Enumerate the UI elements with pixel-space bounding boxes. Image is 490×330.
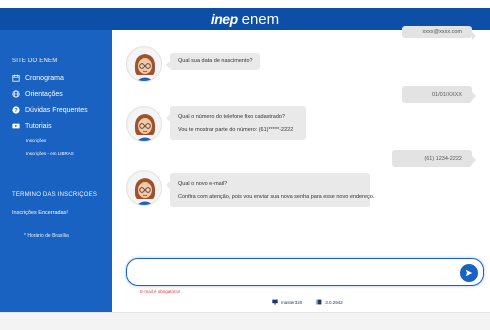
sidebar-subitem-inscricoes[interactable]: Inscrições xyxy=(26,138,46,143)
sidebar-item-label: Dúvidas Frequentes xyxy=(25,106,88,114)
bot-message-text: Vou te mostrar parte do número: (61)****… xyxy=(178,127,294,133)
bottom-bar xyxy=(0,312,490,330)
bot-message: Qual sua data de nascimento? xyxy=(166,53,260,70)
server-info: master320 3.0.2942 xyxy=(272,299,343,305)
video-icon xyxy=(12,123,20,129)
sidebar-item-tutoriais[interactable]: Tutoriais xyxy=(12,122,52,130)
server-name: master320 xyxy=(272,299,302,305)
sidebar-item-label: Tutoriais xyxy=(25,122,52,130)
bot-message: Qual o número do telefone fixo cadastrad… xyxy=(166,106,306,140)
help-icon: ? xyxy=(12,106,20,114)
user-message-text: 01/01/XXXX xyxy=(432,91,462,98)
monitor-icon xyxy=(272,299,278,305)
sidebar-item-label: Orientações xyxy=(25,90,63,98)
sidebar-subitem-inscricoes-libras[interactable]: Inscrições - em LIBRAS xyxy=(26,151,74,156)
server-label: master320 xyxy=(281,299,303,305)
version-info: 3.0.2942 xyxy=(316,299,343,305)
user-message: 01/01/XXXX xyxy=(402,86,476,103)
version-label: 3.0.2942 xyxy=(325,299,343,305)
sidebar-item-cronograma[interactable]: Cronograma xyxy=(12,74,64,82)
bot-avatar xyxy=(126,170,162,206)
version-icon xyxy=(316,299,322,305)
svg-text:?: ? xyxy=(14,108,18,114)
calendar-icon xyxy=(12,74,20,82)
sidebar-section2-title: TÉRMINO DAS INSCRIÇÕES xyxy=(12,192,98,198)
inscricoes-status: Inscrições Encerradas! xyxy=(12,210,68,216)
timezone-note: * Horário de Brasília xyxy=(24,233,69,239)
logo-inep-text: inep xyxy=(210,10,238,27)
error-message: E-mail é obrigatório! xyxy=(140,289,181,294)
chat-area: xxxx@xxxx.com Qual sua data de nasciment… xyxy=(112,26,490,312)
bot-avatar xyxy=(126,106,162,142)
sidebar: SITE DO ENEM Cronograma Orientações ? Dú… xyxy=(0,30,112,312)
bot-message-text: Qual o novo e-mail? xyxy=(178,181,228,187)
bot-avatar xyxy=(126,46,162,82)
sidebar-item-duvidas-frequentes[interactable]: ? Dúvidas Frequentes xyxy=(12,106,88,114)
bot-message-text: Qual sua data de nascimento? xyxy=(178,58,253,64)
email-input[interactable] xyxy=(141,263,451,283)
user-message: (61) 1234-2222 xyxy=(392,150,476,167)
user-message: xxxx@xxxx.com xyxy=(402,26,476,40)
sidebar-section-title: SITE DO ENEM xyxy=(12,58,58,64)
send-button[interactable] xyxy=(460,264,478,282)
inep-enem-logo[interactable]: inep enem xyxy=(211,11,279,28)
sidebar-item-label: Cronograma xyxy=(25,74,64,82)
globe-icon xyxy=(12,90,20,98)
bot-message: Qual o novo e-mail? Confira com atenção,… xyxy=(166,173,374,207)
bot-message-text: Confira com atenção, pois vou enviar sua… xyxy=(178,194,375,200)
message-input-container[interactable] xyxy=(126,258,484,286)
sidebar-item-orientacoes[interactable]: Orientações xyxy=(12,90,63,98)
bot-message-text: Qual o número do telefone fixo cadastrad… xyxy=(178,114,286,120)
send-icon xyxy=(465,269,473,277)
user-message-text: (61) 1234-2222 xyxy=(424,155,462,162)
logo-enem-text: enem xyxy=(241,10,280,28)
user-message-text: xxxx@xxxx.com xyxy=(422,29,462,35)
